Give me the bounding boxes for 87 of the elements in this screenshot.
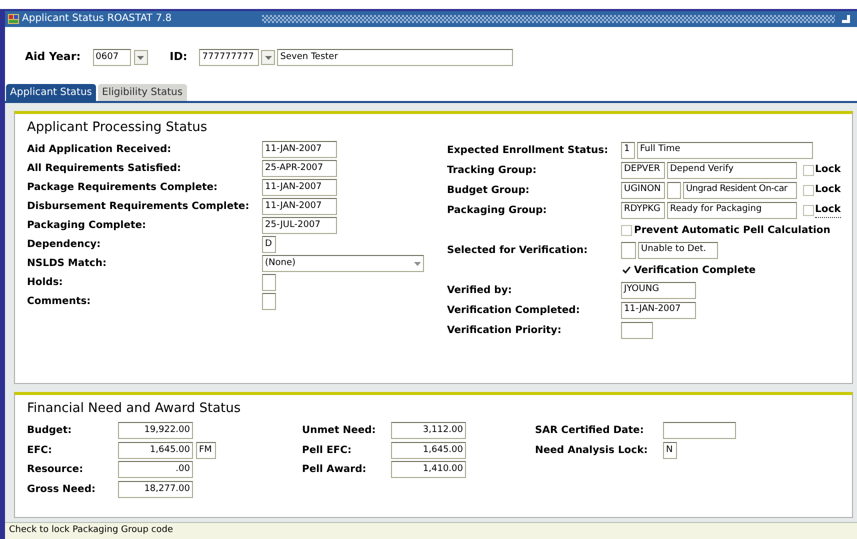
input-field[interactable]: FM xyxy=(196,442,216,459)
checkbox[interactable] xyxy=(621,264,632,276)
input-field[interactable]: 11-JAN-2007 xyxy=(262,179,337,196)
field-label: Verified by: xyxy=(447,284,513,298)
description-field[interactable]: Unable to Det. xyxy=(638,242,718,259)
input-field[interactable]: 18,277.00 xyxy=(118,480,193,498)
input-field[interactable]: 11-JAN-2007 xyxy=(262,141,337,158)
input-field[interactable]: 1,410.00 xyxy=(391,461,466,478)
caret-icon xyxy=(137,56,144,60)
field-label: Verification Priority: xyxy=(447,324,562,338)
field-label: Resource: xyxy=(27,463,84,478)
section-title: Applicant Processing Status xyxy=(26,119,208,138)
checkbox[interactable] xyxy=(621,224,632,236)
input-field[interactable]: 11-JAN-2007 xyxy=(621,302,696,319)
code-field[interactable]: DEPVER xyxy=(621,162,665,179)
input-field[interactable]: 0607 xyxy=(92,49,131,66)
field-label: EFC: xyxy=(27,444,53,458)
input-field[interactable]: JYOUNG xyxy=(621,282,696,299)
window-title: Applicant Status ROASTAT 7.8 xyxy=(22,12,173,26)
checkbox-label: Prevent Automatic Pell Calculation xyxy=(634,224,830,238)
field-label: Dependency: xyxy=(27,238,102,252)
code-field[interactable]: RDYPKG xyxy=(621,202,665,219)
input-field[interactable]: 1,645.00 xyxy=(118,442,193,459)
tab[interactable]: Applicant Status xyxy=(6,84,96,102)
input-field[interactable]: 11-JAN-2007 xyxy=(262,198,337,216)
field-label: Need Analysis Lock: xyxy=(535,444,649,458)
input-field[interactable]: D xyxy=(262,236,276,254)
input-field[interactable]: 25-JUL-2007 xyxy=(262,217,337,234)
field-label: Verification Completed: xyxy=(447,304,581,318)
description-field[interactable]: Depend Verify xyxy=(667,162,797,179)
maximize-icon[interactable] xyxy=(841,14,851,24)
field-label: Budget Group: xyxy=(447,184,530,198)
checkbox-label: Lock xyxy=(815,183,841,198)
field-label: Packaging Group: xyxy=(447,204,548,218)
field-label: Selected for Verification: xyxy=(447,244,589,258)
field-label: Holds: xyxy=(27,276,64,290)
field-label: Packaging Complete: xyxy=(27,219,148,234)
status-bar: Check to lock Packaging Group code xyxy=(5,522,857,539)
input-field[interactable]: 1,645.00 xyxy=(391,442,466,459)
section-title: Financial Need and Award Status xyxy=(26,400,242,418)
field-label: ID: xyxy=(170,49,188,66)
input-field[interactable] xyxy=(262,293,276,310)
field-label: Package Requirements Complete: xyxy=(27,181,219,196)
checkbox[interactable] xyxy=(803,204,814,216)
checkbox-label: Verification Complete xyxy=(634,264,756,278)
input-field[interactable]: .00 xyxy=(118,461,193,478)
field-label: Unmet Need: xyxy=(302,424,377,438)
code-field[interactable]: UGINON xyxy=(621,182,665,199)
caret-icon xyxy=(414,262,421,266)
dropdown-button[interactable] xyxy=(134,50,148,65)
tab[interactable]: Eligibility Status xyxy=(98,84,187,102)
input-field[interactable]: 25-APR-2007 xyxy=(262,160,337,178)
checkbox[interactable] xyxy=(803,164,814,176)
field-label: All Requirements Satisfied: xyxy=(27,162,182,176)
field-label: Aid Application Received: xyxy=(27,143,172,158)
field-label: Comments: xyxy=(27,295,92,310)
field-label: Gross Need: xyxy=(27,482,96,497)
input-field[interactable]: 3,112.00 xyxy=(391,422,466,440)
dropdown-button[interactable] xyxy=(261,50,276,65)
checkbox-label: Lock xyxy=(815,163,841,178)
description-field[interactable]: Full Time xyxy=(637,142,813,159)
field-label: Expected Enrollment Status: xyxy=(447,144,610,158)
name-field[interactable]: Seven Tester xyxy=(277,49,514,66)
input-field[interactable]: 777777777 xyxy=(199,49,260,66)
description-field[interactable]: Ready for Packaging xyxy=(667,202,797,219)
field-label: NSLDS Match: xyxy=(27,257,108,272)
field-label: Budget: xyxy=(27,424,73,438)
code-field[interactable]: 1 xyxy=(621,142,635,159)
input-field[interactable]: 19,922.00 xyxy=(118,422,193,440)
dropdown-field[interactable]: (None) xyxy=(262,255,424,272)
field-label: Tracking Group: xyxy=(447,164,538,178)
input-field[interactable] xyxy=(621,242,636,259)
checkbox-label: Lock xyxy=(815,202,841,218)
caret-icon xyxy=(264,56,272,60)
field-label: Pell Award: xyxy=(302,463,368,478)
field-label: Pell EFC: xyxy=(302,444,352,458)
input-field[interactable] xyxy=(262,274,276,292)
field-label: SAR Certified Date: xyxy=(535,424,645,438)
input-field[interactable]: N xyxy=(663,442,677,459)
checkbox[interactable] xyxy=(803,184,814,196)
field-label: Disbursement Requirements Complete: xyxy=(27,200,250,214)
field-label: Aid Year: xyxy=(25,49,81,66)
input-field[interactable] xyxy=(667,182,681,199)
description-field[interactable]: Ungrad Resident On-car xyxy=(683,182,797,199)
input-field[interactable] xyxy=(621,322,653,339)
input-field[interactable] xyxy=(663,422,736,440)
app-icon xyxy=(8,12,20,25)
